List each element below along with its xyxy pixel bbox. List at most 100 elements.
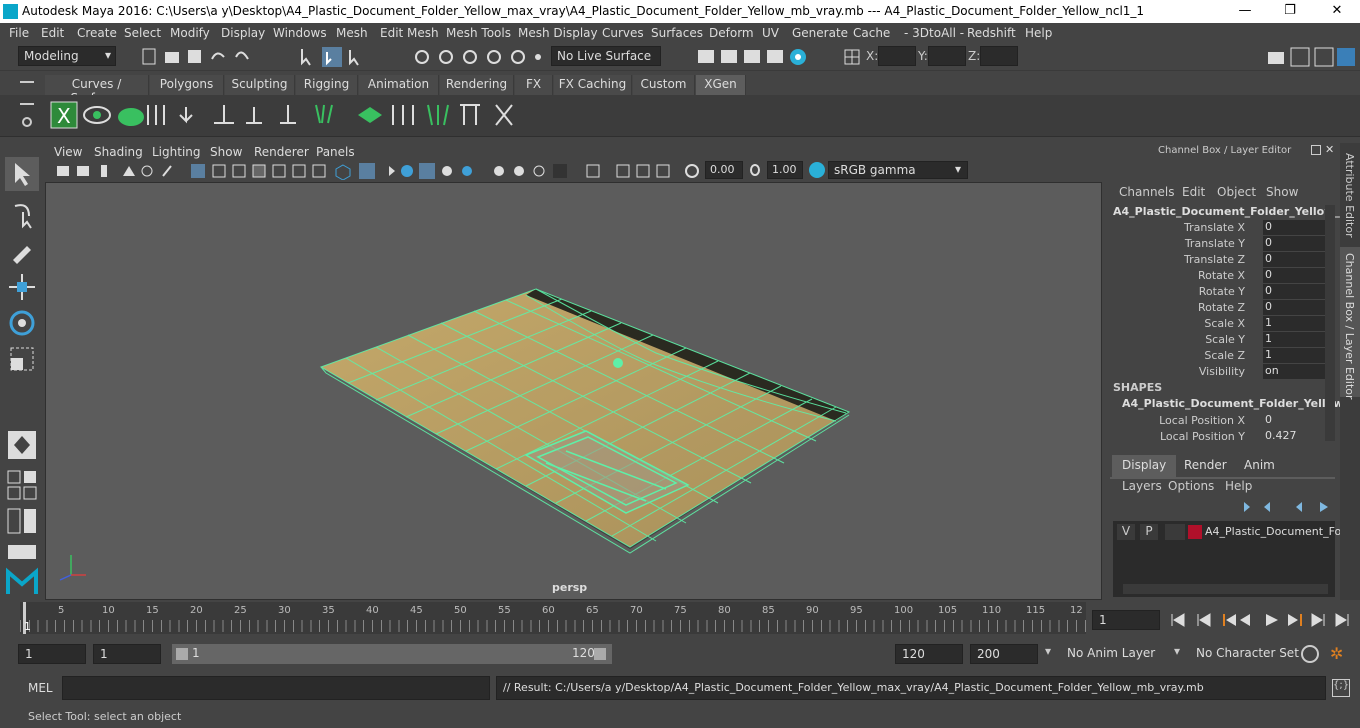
gamma-field[interactable]: 1.00	[767, 161, 803, 179]
snap-icons[interactable]	[412, 47, 542, 67]
current-frame-field[interactable]: 1	[1092, 610, 1160, 630]
menu-file[interactable]: File	[9, 26, 29, 40]
cb-menu-object[interactable]: Object	[1217, 185, 1256, 199]
vp-menu-lighting[interactable]: Lighting	[152, 145, 201, 159]
menu-redshift[interactable]: Redshift	[967, 26, 1016, 40]
shelf-tab-fx-caching[interactable]: FX Caching	[554, 75, 632, 95]
playback-end-field[interactable]: 120	[895, 644, 963, 664]
layer-type-toggle[interactable]	[1165, 524, 1185, 540]
menu-display[interactable]: Display	[221, 26, 265, 40]
menu-help[interactable]: Help	[1025, 26, 1052, 40]
menu-create[interactable]: Create	[77, 26, 117, 40]
single-perspective-layout-icon[interactable]	[5, 428, 39, 462]
timeline-track[interactable]: 5 10 15 20 25 30 35 40 45 50 55 60 65 70 75 80 85 90 95 100…	[20, 602, 1086, 634]
layer-menu-layers[interactable]: Layers	[1122, 479, 1162, 493]
side-tab-attribute-editor[interactable]: Attribute Editor	[1343, 153, 1356, 238]
cb-menu-edit[interactable]: Edit	[1182, 185, 1205, 199]
rotate-tool-icon[interactable]	[5, 306, 39, 340]
shelf-settings-gear-icon[interactable]	[22, 117, 32, 127]
auto-key-icon[interactable]	[1301, 645, 1319, 663]
shelf-menu-icon[interactable]	[20, 81, 34, 83]
outliner-layout-icon[interactable]	[5, 542, 39, 562]
viewport-tool-icons[interactable]	[55, 162, 710, 180]
menu-windows[interactable]: Windows	[273, 26, 327, 40]
shelf-tab-xgen[interactable]: XGen	[696, 75, 746, 95]
chevron-down-icon[interactable]: ▾	[1045, 644, 1051, 658]
shelf-tab-custom[interactable]: Custom	[633, 75, 695, 95]
vp-menu-show[interactable]: Show	[210, 145, 242, 159]
shelf-tab-rigging[interactable]: Rigging	[296, 75, 358, 95]
y-field[interactable]	[928, 46, 966, 66]
select-tool-icon[interactable]	[5, 157, 39, 191]
shelf-tab-animation[interactable]: Animation	[359, 75, 439, 95]
mel-label[interactable]: MEL	[28, 681, 53, 695]
layer-visibility-toggle[interactable]: V	[1117, 524, 1135, 540]
shelf-tab-sculpting[interactable]: Sculpting	[225, 75, 295, 95]
layer-row[interactable]: V P A4_Plastic_Document_Fo	[1113, 521, 1341, 543]
color-management-icon[interactable]	[809, 162, 825, 178]
lasso-tool-icon[interactable]	[5, 198, 39, 232]
menu-curves[interactable]: Curves	[602, 26, 644, 40]
shelf-collapse-icon[interactable]	[20, 103, 34, 105]
attr-row[interactable]: Scale X1	[1105, 316, 1325, 332]
xgen-tool-icons[interactable]: X	[48, 99, 528, 133]
chevron-down-icon[interactable]: ▾	[1174, 644, 1180, 658]
minimize-button[interactable]: —	[1230, 3, 1260, 18]
shape-name[interactable]: A4_Plastic_Document_Folder_Yellow...	[1122, 397, 1355, 410]
paint-select-tool-icon[interactable]	[5, 234, 39, 268]
menu-generate[interactable]: Generate	[792, 26, 848, 40]
range-start-handle[interactable]	[176, 648, 188, 660]
move-tool-icon[interactable]	[5, 270, 39, 304]
menu-mesh[interactable]: Mesh	[336, 26, 368, 40]
layer-menu-help[interactable]: Help	[1225, 479, 1252, 493]
render-icons[interactable]	[695, 46, 815, 68]
cb-menu-channels[interactable]: Channels	[1119, 185, 1175, 199]
z-field[interactable]	[980, 46, 1018, 66]
mode-dropdown[interactable]: Modeling ▾	[18, 46, 116, 66]
vp-menu-shading[interactable]: Shading	[94, 145, 143, 159]
object-name[interactable]: A4_Plastic_Document_Folder_Yellow_...	[1113, 205, 1352, 218]
menu-mesh-display[interactable]: Mesh Display	[518, 26, 598, 40]
script-editor-icon[interactable]: {;}	[1332, 679, 1350, 697]
range-end-handle[interactable]	[594, 648, 606, 660]
four-view-layout-icon[interactable]	[5, 468, 39, 502]
vp-menu-view[interactable]: View	[54, 145, 82, 159]
attr-row[interactable]: Local Position X0	[1105, 413, 1325, 429]
maximize-button[interactable]: ❐	[1275, 3, 1305, 18]
layer-tab-render[interactable]: Render	[1174, 455, 1237, 477]
end-time-field[interactable]: 200	[970, 644, 1038, 664]
shelf-tab-curves-surfaces[interactable]: Curves / Surfaces	[45, 75, 149, 105]
playback-start-field[interactable]: 1	[93, 644, 161, 664]
menu-surfaces[interactable]: Surfaces	[651, 26, 703, 40]
attr-row[interactable]: Rotate X0	[1105, 268, 1325, 284]
attr-row[interactable]: Rotate Z0	[1105, 300, 1325, 316]
layer-tab-anim[interactable]: Anim	[1234, 455, 1285, 477]
shelf-tab-rendering[interactable]: Rendering	[440, 75, 514, 95]
attr-row[interactable]: Scale Y1	[1105, 332, 1325, 348]
menu-modify[interactable]: Modify	[170, 26, 210, 40]
cb-menu-show[interactable]: Show	[1266, 185, 1298, 199]
layer-tab-display[interactable]: Display	[1112, 455, 1177, 477]
menu-mesh-tools[interactable]: Mesh Tools	[446, 26, 511, 40]
attr-row[interactable]: Rotate Y0	[1105, 284, 1325, 300]
float-panel-icon[interactable]	[1311, 145, 1321, 155]
menu-cache[interactable]: Cache	[853, 26, 890, 40]
menu-edit[interactable]: Edit	[41, 26, 64, 40]
menu-edit-mesh[interactable]: Edit Mesh	[380, 26, 439, 40]
attr-row[interactable]: Local Position Y 0.427	[1105, 429, 1325, 445]
layer-menu-options[interactable]: Options	[1168, 479, 1214, 493]
menu-3dtoall[interactable]: - 3DtoAll -	[904, 26, 964, 40]
live-surface-field[interactable]: No Live Surface	[551, 46, 661, 66]
workspace-icons[interactable]	[1265, 46, 1357, 68]
scale-tool-icon[interactable]	[5, 342, 39, 376]
shelf-tab-polygons[interactable]: Polygons	[150, 75, 224, 95]
attr-row[interactable]: Translate Y0	[1105, 236, 1325, 252]
transform-input-icon[interactable]	[842, 47, 862, 67]
x-field[interactable]	[878, 46, 916, 66]
layer-playback-toggle[interactable]: P	[1140, 524, 1158, 540]
close-button[interactable]: ✕	[1322, 3, 1352, 18]
menu-select[interactable]: Select	[124, 26, 161, 40]
layer-action-icons[interactable]	[1238, 500, 1338, 514]
colorspace-dropdown[interactable]: sRGB gamma ▾	[828, 161, 968, 179]
animation-prefs-icon[interactable]: ✲	[1330, 644, 1350, 664]
